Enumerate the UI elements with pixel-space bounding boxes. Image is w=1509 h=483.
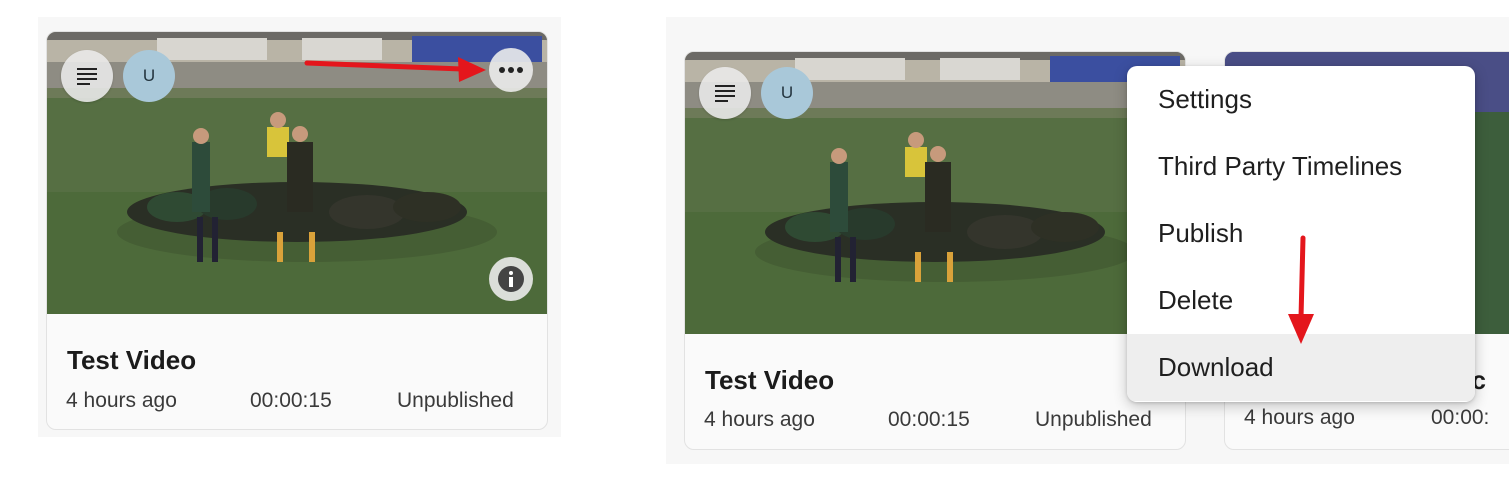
more-options-button[interactable] (489, 48, 533, 92)
video-duration: 00:00:15 (250, 389, 332, 412)
rugby-scrum-image (685, 52, 1185, 334)
video-title: Test Video (705, 365, 835, 395)
list-icon (77, 68, 97, 85)
before-panel: U Test Video 4 hours ago 00:00:15 Unpubl… (38, 17, 561, 437)
video-duration: 00:00:15 (888, 408, 970, 431)
video-duration: 00:00: (1431, 406, 1490, 429)
menu-item-delete[interactable]: Delete (1127, 267, 1475, 334)
options-menu: Settings Third Party Timelines Publish D… (1127, 66, 1475, 402)
info-icon (498, 266, 524, 292)
avatar[interactable]: U (123, 50, 175, 102)
menu-item-download[interactable]: Download (1127, 334, 1475, 401)
video-thumbnail[interactable] (685, 52, 1185, 334)
info-button[interactable] (489, 257, 533, 301)
video-card[interactable]: U Test Video 4 hours ago 00:00:15 Unpubl… (684, 51, 1186, 450)
list-button[interactable] (699, 67, 751, 119)
video-age: 4 hours ago (704, 408, 815, 431)
menu-item-third-party-timelines[interactable]: Third Party Timelines (1127, 133, 1475, 200)
video-age: 4 hours ago (66, 389, 177, 412)
publish-status: Unpublished (1035, 408, 1152, 431)
avatar[interactable]: U (761, 67, 813, 119)
video-age: 4 hours ago (1244, 406, 1355, 429)
publish-status: Unpublished (397, 389, 514, 412)
video-thumbnail[interactable] (47, 32, 547, 314)
video-card[interactable]: U Test Video 4 hours ago 00:00:15 Unpubl… (46, 31, 548, 430)
menu-item-settings[interactable]: Settings (1127, 66, 1475, 133)
menu-item-publish[interactable]: Publish (1127, 200, 1475, 267)
video-title: Test Video (67, 345, 197, 375)
more-horizontal-icon (499, 67, 523, 73)
rugby-scrum-image (47, 32, 547, 314)
list-button[interactable] (61, 50, 113, 102)
list-icon (715, 85, 735, 102)
